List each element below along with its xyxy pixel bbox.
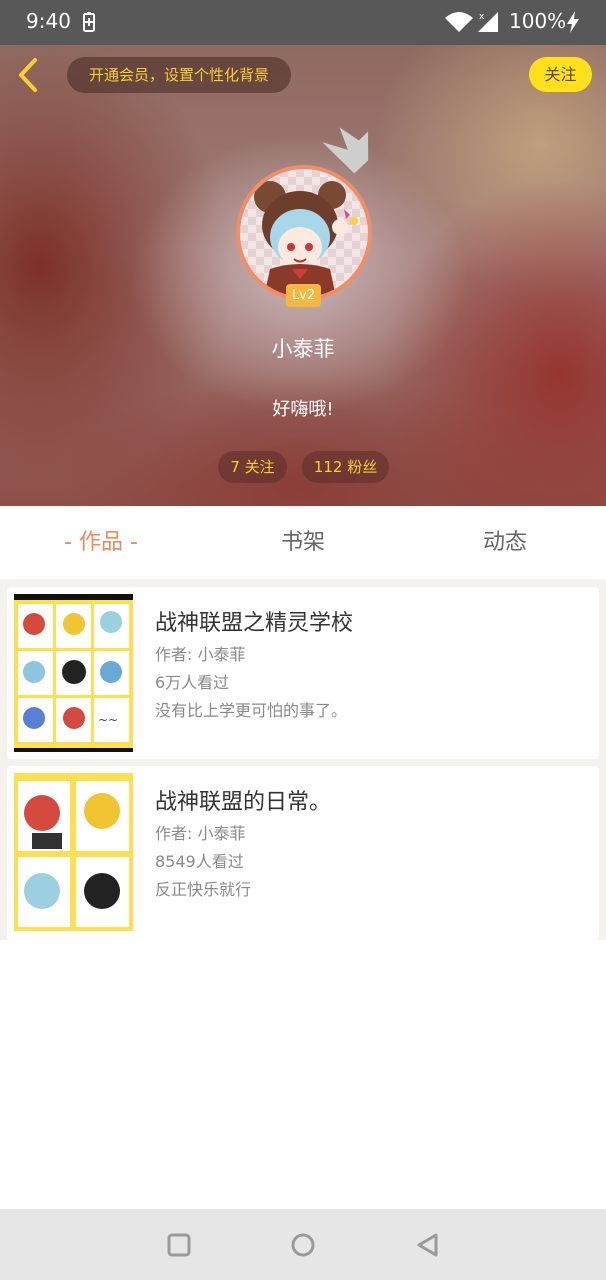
avatar[interactable] xyxy=(236,165,372,301)
tab-bookshelf[interactable]: 书架 xyxy=(202,506,404,579)
work-description: 没有比上学更可怕的事了。 xyxy=(155,701,348,720)
battery-saver-icon xyxy=(83,12,95,32)
tab-bar: - 作品 - 书架 动态 xyxy=(0,506,606,579)
battery-percentage: 100% xyxy=(509,9,567,33)
work-author: 作者: 小泰菲 xyxy=(155,645,246,664)
work-author: 作者: 小泰菲 xyxy=(155,824,246,843)
work-description: 反正快乐就行 xyxy=(155,880,252,899)
back-triangle-icon[interactable] xyxy=(414,1231,442,1259)
work-views: 8549人看过 xyxy=(155,852,244,871)
username: 小泰菲 xyxy=(271,337,335,361)
charging-icon xyxy=(565,10,581,34)
cover-image: ~~ xyxy=(14,594,133,752)
status-bar: 9:40 x 100% xyxy=(0,0,606,45)
tab-activity[interactable]: 动态 xyxy=(404,506,606,579)
profile-header: 开通会员，设置个性化背景 关注 Lv2 小泰菲 好嗨哦! 7 关注 112 粉丝 xyxy=(0,45,606,506)
chevron-left-icon xyxy=(19,58,37,92)
follow-button[interactable]: 关注 xyxy=(529,57,592,92)
wifi-icon xyxy=(444,10,474,34)
status-time: 9:40 xyxy=(26,9,71,33)
work-title: 战神联盟的日常。 xyxy=(155,790,332,815)
work-title: 战神联盟之精灵学校 xyxy=(155,611,354,636)
fans-count[interactable]: 112 粉丝 xyxy=(302,451,389,483)
signal-icon: x xyxy=(476,10,500,34)
following-count[interactable]: 7 关注 xyxy=(218,451,287,483)
back-button[interactable] xyxy=(14,57,44,93)
vip-banner[interactable]: 开通会员，设置个性化背景 xyxy=(67,57,291,93)
home-icon[interactable] xyxy=(289,1231,317,1259)
svg-text:~~: ~~ xyxy=(98,713,118,727)
work-views: 6万人看过 xyxy=(155,673,230,692)
list-item[interactable]: ~~ 战神联盟之精灵学校 作者: 小泰菲 6万人看过 没有比上学更可怕的事了。 xyxy=(7,587,599,759)
tab-works[interactable]: - 作品 - xyxy=(0,506,202,579)
bio: 好嗨哦! xyxy=(272,399,334,420)
list-item[interactable]: 战神联盟的日常。 作者: 小泰菲 8549人看过 反正快乐就行 xyxy=(7,766,599,940)
works-list: ~~ 战神联盟之精灵学校 作者: 小泰菲 6万人看过 没有比上学更可怕的事了。 … xyxy=(0,579,606,940)
cover-image xyxy=(14,773,133,931)
recents-icon[interactable] xyxy=(165,1231,193,1259)
level-badge: Lv2 xyxy=(286,284,321,307)
navigation-bar xyxy=(0,1209,606,1280)
svg-text:x: x xyxy=(479,12,485,22)
